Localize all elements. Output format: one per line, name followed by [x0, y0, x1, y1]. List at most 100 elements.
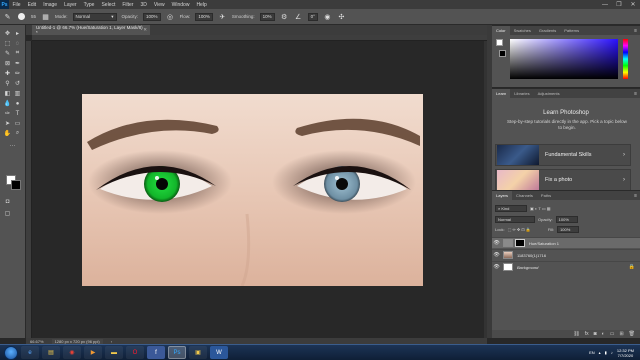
folder-icon[interactable]: ▬ — [105, 346, 123, 359]
minimize-button[interactable]: — — [598, 0, 612, 9]
more-tools-icon[interactable]: ··· — [8, 141, 17, 150]
chrome-icon[interactable]: ◉ — [63, 346, 81, 359]
path-select-tool-icon[interactable]: ➤ — [3, 119, 12, 128]
opera-icon[interactable]: O — [126, 346, 144, 359]
healing-tool-icon[interactable]: ✚ — [3, 69, 12, 78]
angle-icon[interactable]: ∠ — [294, 12, 303, 21]
shape-tool-icon[interactable]: ▭ — [13, 119, 22, 128]
menu-select[interactable]: Select — [98, 2, 119, 8]
menu-layer[interactable]: Layer — [61, 2, 81, 8]
menu-image[interactable]: Image — [40, 2, 61, 8]
word-icon[interactable]: W — [210, 346, 228, 359]
new-layer-icon[interactable]: ⊞ — [619, 331, 623, 337]
tab-adjustments[interactable]: Adjustments — [534, 89, 564, 98]
smoothing-field[interactable]: 10% — [259, 12, 275, 21]
quick-mask-icon[interactable]: ◘ — [3, 197, 12, 206]
menu-help[interactable]: Help — [193, 2, 210, 8]
panel-menu-icon[interactable]: ≡ — [634, 193, 637, 199]
blur-tool-icon[interactable]: 💧 — [3, 99, 12, 108]
maximize-button[interactable]: ❐ — [612, 0, 626, 9]
adjustment-icon[interactable]: ◐ — [602, 331, 605, 337]
start-button[interactable] — [4, 345, 18, 360]
tab-layers[interactable]: Layers — [492, 191, 513, 200]
zoom-level[interactable]: 66.67% — [30, 339, 44, 344]
lasso-tool-icon[interactable]: ◌ — [13, 39, 22, 48]
type-tool-icon[interactable]: T — [13, 109, 22, 118]
tray-arrow-icon[interactable]: ▴ — [599, 350, 601, 355]
hand-tool-icon[interactable]: ✋ — [3, 129, 12, 138]
pressure-size-icon[interactable]: ◉ — [323, 12, 332, 21]
panel-menu-icon[interactable]: ≡ — [634, 28, 637, 34]
opacity-field[interactable]: 100% — [143, 12, 161, 21]
document-tab[interactable]: Untitled-1 @ 66.7% (Hue/Saturation 1, La… — [32, 25, 150, 35]
fx-icon[interactable]: fx — [585, 331, 589, 337]
background-color-swatch[interactable] — [11, 180, 21, 190]
crop-tool-icon[interactable]: ⌗ — [13, 49, 22, 58]
layer-row-hue-saturation[interactable]: 👁 Hue/Saturation 1 — [492, 237, 640, 248]
foreground-color-chip[interactable] — [496, 39, 503, 46]
folder-icon[interactable]: ▭ — [610, 331, 615, 337]
clone-stamp-tool-icon[interactable]: ⚲ — [3, 79, 12, 88]
pen-tool-icon[interactable]: ✑ — [3, 109, 12, 118]
close-button[interactable]: ✕ — [626, 0, 640, 9]
dodge-tool-icon[interactable]: ● — [13, 99, 22, 108]
move-tool-icon[interactable]: ✥ — [3, 29, 12, 38]
layer-mask-thumbnail[interactable] — [515, 239, 525, 247]
facebook-icon[interactable]: f — [147, 346, 165, 359]
airbrush-icon[interactable]: ✈ — [218, 12, 227, 21]
tab-swatches[interactable]: Swatches — [510, 26, 535, 35]
history-brush-tool-icon[interactable]: ↺ — [13, 79, 22, 88]
tab-libraries[interactable]: Libraries — [510, 89, 533, 98]
internet-explorer-icon[interactable]: e — [21, 346, 39, 359]
volume-icon[interactable]: ♪ — [611, 350, 613, 355]
tab-color[interactable]: Color — [492, 26, 510, 35]
brush-preset-picker[interactable] — [17, 12, 26, 21]
pressure-opacity-icon[interactable]: ◎ — [166, 12, 175, 21]
flow-field[interactable]: 100% — [195, 12, 213, 21]
eye-icon[interactable]: 👁 — [492, 252, 501, 258]
tab-learn[interactable]: Learn — [492, 89, 511, 98]
photoshop-taskbar-icon[interactable]: Ps — [168, 346, 186, 359]
eyedropper-tool-icon[interactable]: ✒ — [13, 59, 22, 68]
media-player-icon[interactable]: ▶ — [84, 346, 102, 359]
menu-3d[interactable]: 3D — [137, 2, 150, 8]
filter-icons[interactable]: ▣ ◐ T ▭ ▦ — [530, 206, 551, 211]
file-explorer-icon[interactable]: ▤ — [42, 346, 60, 359]
menu-view[interactable]: View — [150, 2, 168, 8]
symmetry-icon[interactable]: ✣ — [337, 12, 346, 21]
frame-tool-icon[interactable]: ⊠ — [3, 59, 12, 68]
layer-opacity-field[interactable]: 100% — [555, 215, 578, 223]
tab-paths[interactable]: Paths — [537, 191, 555, 200]
brush-tool-icon[interactable]: ✏ — [13, 69, 22, 78]
tab-patterns[interactable]: Patterns — [560, 26, 583, 35]
marquee-tool-icon[interactable]: ⬚ — [3, 39, 12, 48]
learn-card-fundamental-skills[interactable]: Fundamental Skills › — [495, 144, 631, 166]
background-color-chip[interactable] — [499, 50, 506, 57]
network-icon[interactable]: ▮ — [605, 350, 607, 355]
fill-field[interactable]: 100% — [557, 225, 580, 233]
menu-type[interactable]: Type — [80, 2, 98, 8]
blend-mode-select[interactable]: Normal — [495, 215, 535, 223]
trash-icon[interactable]: 🗑 — [629, 331, 635, 337]
screen-mode-icon[interactable]: ▢ — [3, 209, 12, 218]
zoom-tool-icon[interactable]: ⌕ — [13, 129, 22, 138]
chevron-right-icon[interactable]: › — [111, 339, 112, 344]
artboard-tool-icon[interactable]: ▸ — [13, 29, 22, 38]
lock-icons[interactable]: ⬚ ✏ ✥ ⊡ 🔒 — [508, 227, 531, 232]
quick-select-tool-icon[interactable]: ✎ — [3, 49, 12, 58]
brush-tool-icon[interactable]: ✎ — [3, 12, 12, 21]
close-icon[interactable]: ✕ — [143, 27, 147, 33]
angle-field[interactable]: 0° — [307, 12, 318, 21]
panel-menu-icon[interactable]: ≡ — [634, 91, 637, 97]
clock[interactable]: 12:32 PM 7/7/2020 — [617, 348, 634, 358]
menu-file[interactable]: File — [9, 2, 24, 8]
language-indicator[interactable]: EN — [589, 350, 595, 355]
menu-filter[interactable]: Filter — [119, 2, 137, 8]
eraser-tool-icon[interactable]: ◧ — [3, 89, 12, 98]
tab-channels[interactable]: Channels — [512, 191, 537, 200]
files-icon[interactable]: ▣ — [189, 346, 207, 359]
gradient-tool-icon[interactable]: ▥ — [13, 89, 22, 98]
filter-kind-select[interactable]: ⌕ Kind — [495, 204, 527, 212]
mode-select[interactable]: Normal ▾ — [72, 12, 117, 21]
color-picker-field[interactable] — [510, 39, 618, 79]
